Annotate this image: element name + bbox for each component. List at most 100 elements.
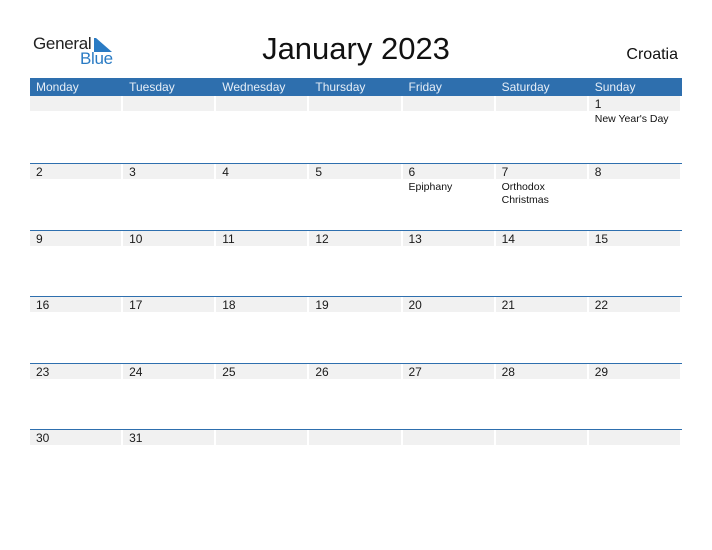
holiday-label: Orthodox Christmas [501,181,549,206]
day-cell: 5 [309,164,402,230]
day-number: 24 [123,363,215,379]
day-number: 5 [309,164,401,179]
day-number: 20 [402,297,494,313]
day-cell: 27 [402,363,496,430]
day-cell: 9 [30,230,123,297]
day-number: 15 [588,230,680,246]
holiday-label: New Year's Day [594,113,669,125]
day-number: 11 [216,230,308,246]
day-number: 23 [30,363,122,379]
day-number [309,96,401,111]
day-cell: 29 [588,363,682,430]
day-number: 16 [30,297,122,313]
day-number: 26 [309,363,401,379]
day-cell: 31 [123,430,216,496]
day-number: 27 [402,363,494,379]
day-number: 12 [309,230,401,246]
weekday-thursday: Thursday [315,80,366,94]
day-cell: 18 [216,297,309,363]
weekday-header: Monday Tuesday Wednesday Thursday Friday Satu… [30,78,682,96]
day-cell: 26 [309,363,402,430]
weekday-monday: Monday [36,80,79,94]
day-number: 10 [123,230,215,246]
day-cell: 2 [30,164,123,230]
day-cell: 16 [30,297,123,363]
day-number: 13 [402,230,494,246]
day-cell [588,430,682,496]
day-cell [495,96,589,163]
day-number: 31 [123,430,215,446]
day-number: 28 [495,363,587,379]
week-row: 30 31 [30,429,682,496]
weekday-wednesday: Wednesday [222,80,286,94]
day-number: 25 [216,363,308,379]
day-cell: 28 [495,363,589,430]
day-cell: 22 [588,297,682,363]
calendar-grid: Monday Tuesday Wednesday Thursday Friday Satu… [30,78,682,496]
day-number [402,96,494,111]
week-row: 2 3 4 5 6 Epiphany 7 Orthodox Christmas 8 [30,163,682,230]
day-number [588,430,680,446]
weekday-saturday: Saturday [501,80,550,94]
day-number: 9 [30,230,122,246]
holiday-label: Epiphany [408,181,453,193]
day-number [216,430,308,446]
day-number: 29 [588,363,680,379]
day-cell: 21 [495,297,589,363]
day-cell: 13 [402,230,496,297]
day-cell [402,96,496,163]
weekday-friday: Friday [408,80,442,94]
week-row: 1 New Year's Day [30,96,682,163]
day-cell [30,96,123,163]
day-cell: 8 [588,164,682,230]
day-cell: 24 [123,363,216,430]
day-number [123,96,215,111]
day-cell [402,430,496,496]
day-number [402,430,494,446]
day-number: 8 [588,164,680,179]
day-number [216,96,308,111]
day-number: 1 [588,96,680,111]
day-cell: 23 [30,363,123,430]
day-cell: 10 [123,230,216,297]
day-cell [216,430,309,496]
day-number [30,96,122,111]
day-cell: 19 [309,297,402,363]
day-cell [309,430,402,496]
day-cell: 17 [123,297,216,363]
day-cell: 14 [495,230,589,297]
day-number [495,96,587,111]
day-number: 14 [495,230,587,246]
day-cell: 20 [402,297,496,363]
week-row: 23 24 25 26 27 28 29 [30,362,682,430]
day-cell: 25 [216,363,309,430]
day-number: 17 [123,297,215,313]
day-cell [309,96,402,163]
day-number: 21 [495,297,587,313]
day-cell: 6 Epiphany [402,164,496,230]
calendar-title: January 2023 [262,31,450,66]
day-number: 6 [402,164,494,179]
country-label: Croatia [626,46,678,63]
weekday-tuesday: Tuesday [129,80,175,94]
day-cell [216,96,309,163]
day-number: 7 [495,164,587,179]
day-number [495,430,587,446]
day-number: 22 [588,297,680,313]
weekday-sunday: Sunday [594,80,636,94]
day-number: 19 [309,297,401,313]
day-cell [495,430,589,496]
day-number: 4 [216,164,308,179]
day-cell: 7 Orthodox Christmas [495,164,589,230]
week-row: 9 10 11 12 13 14 15 [30,229,682,297]
day-cell [123,96,216,163]
day-cell: 3 [123,164,216,230]
calendar-weeks: 1 New Year's Day 2 3 4 5 6 Epiphany 7 Orthodox Ch… [30,96,682,496]
day-cell: 12 [309,230,402,297]
day-number: 3 [123,164,215,179]
day-number [309,430,401,446]
day-cell: 15 [588,230,682,297]
day-number: 30 [30,430,122,446]
day-cell: 30 [30,430,123,496]
day-number: 18 [216,297,308,313]
